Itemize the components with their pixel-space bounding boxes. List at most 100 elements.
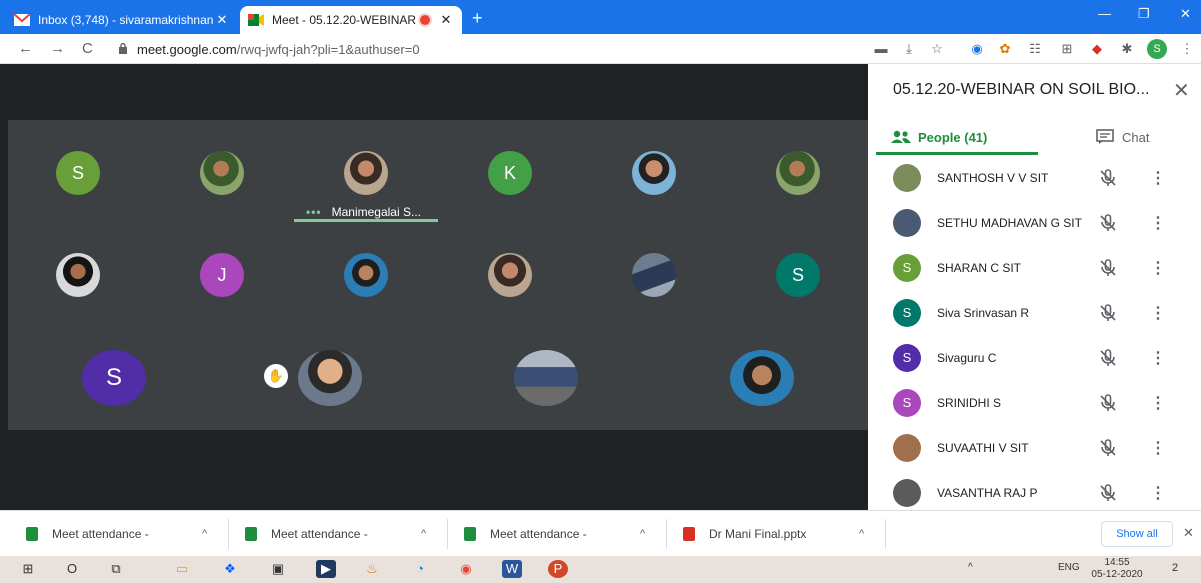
divider: [885, 519, 886, 549]
participant-row[interactable]: VASANTHA RAJ P ⋮: [868, 471, 1201, 510]
reload-button[interactable]: C: [82, 40, 93, 57]
more-options-icon[interactable]: ⋮: [1150, 483, 1166, 503]
close-window-button[interactable]: ✕: [1180, 6, 1191, 22]
participant-row[interactable]: S Siva Srinvasan R ⋮: [868, 291, 1201, 335]
close-downloads-button[interactable]: ✕: [1183, 525, 1194, 541]
browser-menu-icon[interactable]: ⋮: [1178, 41, 1196, 57]
tab-gmail[interactable]: Inbox (3,748) - sivaramakrishnan ✕: [6, 6, 238, 34]
more-options-icon[interactable]: ⋮: [1150, 258, 1166, 278]
forward-button[interactable]: →: [50, 40, 65, 57]
mic-muted-icon[interactable]: [1098, 348, 1118, 368]
install-icon[interactable]: ⤓: [900, 41, 918, 57]
participant-tile[interactable]: [56, 253, 100, 297]
more-options-icon[interactable]: ⋮: [1150, 438, 1166, 458]
participant-row[interactable]: S SHARAN C SIT ⋮: [868, 246, 1201, 290]
participant-tile[interactable]: [200, 151, 244, 195]
new-tab-button[interactable]: +: [472, 8, 483, 29]
bookmark-star-icon[interactable]: ☆: [928, 41, 946, 57]
participant-tile[interactable]: [632, 151, 676, 195]
notifications-icon[interactable]: 2: [1172, 562, 1178, 574]
task-view-icon[interactable]: ⧉: [106, 560, 126, 578]
language-indicator[interactable]: ENG: [1058, 562, 1080, 573]
participant-row[interactable]: SUVAATHI V SIT ⋮: [868, 426, 1201, 470]
word-icon[interactable]: W: [502, 560, 522, 578]
app-icon[interactable]: ♨: [362, 560, 382, 578]
extension-icon[interactable]: ◆: [1088, 41, 1106, 57]
chrome-icon[interactable]: ◉: [456, 560, 476, 578]
app-icon[interactable]: ▶: [316, 560, 336, 578]
edge-icon[interactable]: ◔: [410, 560, 430, 578]
extensions-puzzle-icon[interactable]: ✱: [1118, 41, 1136, 57]
url-field[interactable]: meet.google.com/rwq-jwfq-jah?pli=1&authu…: [137, 42, 420, 57]
more-options-icon[interactable]: ⋮: [1150, 213, 1166, 233]
mic-muted-icon[interactable]: [1098, 168, 1118, 188]
mic-muted-icon[interactable]: [1098, 258, 1118, 278]
mic-muted-icon[interactable]: [1098, 303, 1118, 323]
chat-tab-label: Chat: [1122, 129, 1150, 145]
tray-expand-icon[interactable]: ^: [968, 562, 973, 573]
close-panel-button[interactable]: ✕: [1173, 78, 1190, 103]
participant-tile[interactable]: [298, 350, 362, 406]
profile-avatar[interactable]: S: [1147, 39, 1167, 59]
powerpoint-icon[interactable]: P: [548, 560, 568, 578]
tab-close-icon[interactable]: ✕: [438, 12, 454, 28]
participant-tile[interactable]: [632, 253, 676, 297]
participant-row[interactable]: SANTHOSH V V SIT ⋮: [868, 156, 1201, 200]
participant-row[interactable]: S Sivaguru C ⋮: [868, 336, 1201, 380]
participant-tile[interactable]: [344, 253, 388, 297]
maximize-button[interactable]: ❐: [1138, 6, 1150, 22]
participant-tile[interactable]: [730, 350, 794, 406]
mic-muted-icon[interactable]: [1098, 438, 1118, 458]
windows-start-icon[interactable]: ⊞: [18, 560, 38, 578]
more-options-icon[interactable]: ⋮: [1150, 348, 1166, 368]
extension-icon[interactable]: ◉: [968, 41, 986, 57]
mic-muted-icon[interactable]: [1098, 213, 1118, 233]
show-all-button[interactable]: Show all: [1101, 521, 1173, 547]
participant-row[interactable]: S SRINIDHI S ⋮: [868, 381, 1201, 425]
search-icon[interactable]: O: [62, 560, 82, 578]
more-options-icon[interactable]: ⋮: [1150, 393, 1166, 413]
participant-tile[interactable]: J: [200, 253, 244, 297]
extension-icon[interactable]: ☷: [1026, 41, 1044, 57]
chevron-up-icon[interactable]: ^: [202, 528, 207, 540]
clock-date: 05-12-2020: [1091, 569, 1143, 580]
dropbox-icon[interactable]: ❖: [220, 560, 240, 578]
back-button[interactable]: ←: [18, 40, 33, 57]
tab-meet[interactable]: Meet - 05.12.20-WEBINAR O ✕: [240, 6, 462, 34]
participant-tile[interactable]: [776, 151, 820, 195]
tab-chat[interactable]: Chat: [1096, 122, 1196, 152]
download-item[interactable]: Dr Mani Final.pptx ^: [683, 511, 883, 557]
download-item[interactable]: Meet attendance - ^: [26, 511, 226, 557]
participant-tile[interactable]: S: [776, 253, 820, 297]
participant-tile[interactable]: S: [82, 350, 146, 406]
more-options-icon[interactable]: ⋮: [1150, 168, 1166, 188]
file-explorer-icon[interactable]: ▭: [172, 560, 192, 578]
chevron-up-icon[interactable]: ^: [640, 528, 645, 540]
participant-name: SRINIDHI S: [937, 396, 1002, 410]
tab-close-icon[interactable]: ✕: [214, 12, 230, 28]
extension-icon[interactable]: ⊞: [1058, 41, 1076, 57]
download-item[interactable]: Meet attendance - ^: [245, 511, 445, 557]
avatar: S: [893, 389, 921, 417]
more-options-icon[interactable]: ⋮: [1150, 303, 1166, 323]
participant-tile[interactable]: [488, 253, 532, 297]
meet-icon: [248, 14, 264, 26]
participant-tile[interactable]: S: [56, 151, 100, 195]
chevron-up-icon[interactable]: ^: [859, 528, 864, 540]
mic-muted-icon[interactable]: [1098, 393, 1118, 413]
minimize-button[interactable]: —: [1098, 6, 1111, 21]
download-item[interactable]: Meet attendance - ^: [464, 511, 664, 557]
extension-icon[interactable]: ✿: [996, 41, 1014, 57]
active-tab-indicator: [876, 152, 1038, 155]
participant-row[interactable]: SETHU MADHAVAN G SIT ⋮: [868, 201, 1201, 245]
participant-tile[interactable]: [344, 151, 388, 195]
sheet-file-icon: [26, 527, 38, 541]
participant-tile[interactable]: K: [488, 151, 532, 195]
participant-tile[interactable]: [514, 350, 578, 406]
tab-people[interactable]: People (41): [890, 122, 1040, 152]
store-icon[interactable]: ▣: [268, 560, 288, 578]
system-clock[interactable]: 14:55 05-12-2020: [1090, 557, 1144, 581]
camera-icon[interactable]: ▬: [872, 41, 890, 56]
chevron-up-icon[interactable]: ^: [421, 528, 426, 540]
mic-muted-icon[interactable]: [1098, 483, 1118, 503]
